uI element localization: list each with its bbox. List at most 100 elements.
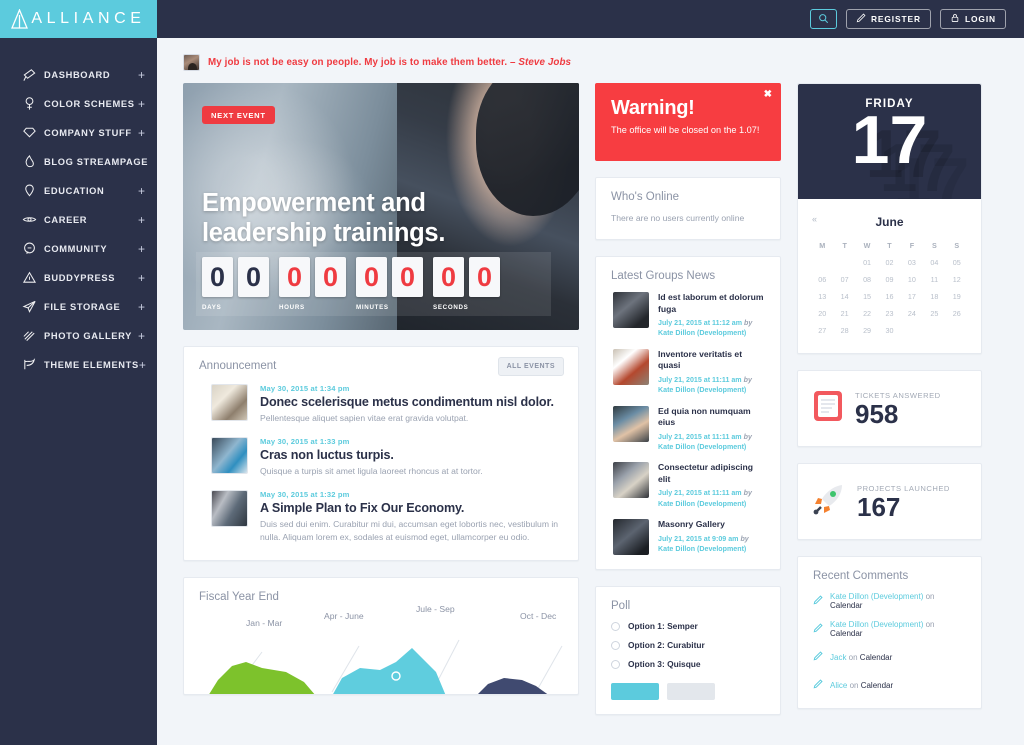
news-author[interactable]: Kate Dillon (Development) [658, 443, 746, 451]
sidebar-item-color-schemes[interactable]: COLOR SCHEMES + [0, 89, 157, 118]
calendar-day[interactable]: 22 [856, 309, 878, 318]
news-title[interactable]: Consectetur adipiscing elit [658, 462, 766, 485]
calendar-day[interactable]: 01 [856, 258, 878, 267]
sidebar-item-buddypress[interactable]: BUDDYPRESS + [0, 263, 157, 292]
calendar-day[interactable]: 17 [901, 292, 923, 301]
news-author[interactable]: Kate Dillon (Development) [658, 500, 746, 508]
comment-author[interactable]: Jack [830, 653, 846, 662]
announcement-item[interactable]: May 30, 2015 at 1:32 pm A Simple Plan to… [184, 478, 578, 544]
list-item[interactable]: Alice on Calendar [798, 676, 981, 694]
sidebar-item-theme-elements[interactable]: THEME ELEMENTS + [0, 350, 157, 379]
list-item[interactable]: Inventore veritatis et quasi July 21, 20… [596, 339, 780, 396]
poll-option[interactable]: Option 1: Semper [596, 621, 780, 631]
calendar-day[interactable]: 23 [878, 309, 900, 318]
calendar-day[interactable]: 06 [811, 275, 833, 284]
calendar-day[interactable]: 16 [878, 292, 900, 301]
calendar-day[interactable]: 21 [833, 309, 855, 318]
register-button[interactable]: REGISTER [845, 9, 931, 29]
expand-icon[interactable]: + [138, 127, 145, 139]
news-author[interactable]: Kate Dillon (Development) [658, 386, 746, 394]
list-item[interactable]: Ed quia non numquam eius July 21, 2015 a… [596, 396, 780, 453]
calendar-day[interactable]: 25 [923, 309, 945, 318]
calendar-day[interactable]: 27 [811, 326, 833, 335]
comment-target[interactable]: Calendar [861, 681, 893, 690]
vote-button[interactable] [611, 683, 659, 700]
calendar-day[interactable]: 10 [901, 275, 923, 284]
list-item[interactable]: Masonry Gallery July 21, 2015 at 9:09 am… [596, 509, 780, 555]
calendar-day[interactable]: 03 [901, 258, 923, 267]
announcement-heading[interactable]: Cras non luctus turpis. [260, 448, 562, 462]
news-title[interactable]: Id est laborum et dolorum fuga [658, 292, 766, 315]
poll-option[interactable]: Option 2: Curabitur [596, 640, 780, 650]
sidebar-item-blog-streampage[interactable]: BLOG STREAMPAGE [0, 147, 157, 176]
calendar-day[interactable]: 04 [923, 258, 945, 267]
list-item[interactable]: Consectetur adipiscing elit July 21, 201… [596, 452, 780, 509]
calendar-day[interactable]: 19 [946, 292, 968, 301]
expand-icon[interactable]: + [138, 69, 145, 81]
expand-icon[interactable]: + [138, 330, 145, 342]
results-button[interactable] [667, 683, 715, 700]
calendar-day[interactable]: 26 [946, 309, 968, 318]
calendar-day[interactable]: 15 [856, 292, 878, 301]
calendar-day[interactable]: 20 [811, 309, 833, 318]
news-title[interactable]: Masonry Gallery [658, 519, 766, 531]
calendar-day[interactable]: 05 [946, 258, 968, 267]
calendar-day[interactable]: 02 [878, 258, 900, 267]
announcement-heading[interactable]: A Simple Plan to Fix Our Economy. [260, 501, 562, 515]
expand-icon[interactable]: + [138, 272, 145, 284]
search-button[interactable] [809, 9, 837, 29]
calendar-day[interactable]: 28 [833, 326, 855, 335]
calendar-day[interactable]: 12 [946, 275, 968, 284]
list-item[interactable]: Kate Dillon (Development) on Calendar [798, 620, 981, 638]
hero-banner[interactable]: NEXT EVENT Empowerment and leadership tr… [183, 83, 579, 330]
radio-button[interactable] [611, 621, 620, 631]
calendar-day[interactable]: 08 [856, 275, 878, 284]
sidebar-item-community[interactable]: COMMUNITY + [0, 234, 157, 263]
comment-author[interactable]: Alice [830, 681, 847, 690]
comment-target[interactable]: Calendar [860, 653, 892, 662]
comment-author[interactable]: Kate Dillon (Development) [830, 592, 923, 601]
calendar-day[interactable]: 13 [811, 292, 833, 301]
sidebar-item-photo-gallery[interactable]: PHOTO GALLERY + [0, 321, 157, 350]
expand-icon[interactable]: + [138, 185, 145, 197]
announcement-item[interactable]: May 30, 2015 at 1:34 pm Donec scelerisqu… [184, 372, 578, 425]
expand-icon[interactable]: + [139, 359, 146, 371]
calendar-day[interactable]: 09 [878, 275, 900, 284]
list-item[interactable]: Kate Dillon (Development) on Calendar [798, 592, 981, 610]
news-title[interactable]: Inventore veritatis et quasi [658, 349, 766, 372]
all-events-button[interactable]: ALL EVENTS [497, 357, 564, 376]
announcement-heading[interactable]: Donec scelerisque metus condimentum nisl… [260, 395, 562, 409]
expand-icon[interactable]: + [138, 243, 145, 255]
news-author[interactable]: Kate Dillon (Development) [658, 545, 746, 553]
sidebar-item-dashboard[interactable]: DASHBOARD + [0, 60, 157, 89]
brand-logo[interactable]: ALLIANCE [0, 0, 157, 38]
news-title[interactable]: Ed quia non numquam eius [658, 406, 766, 429]
comment-target[interactable]: Calendar [830, 601, 862, 610]
calendar-day[interactable]: 14 [833, 292, 855, 301]
sidebar-item-company-stuff[interactable]: COMPANY STUFF + [0, 118, 157, 147]
sidebar-item-file-storage[interactable]: FILE STORAGE + [0, 292, 157, 321]
calendar-day[interactable]: 11 [923, 275, 945, 284]
calendar-day[interactable]: 30 [878, 326, 900, 335]
calendar-day[interactable]: 07 [833, 275, 855, 284]
close-icon[interactable]: ✖ [764, 90, 772, 100]
comment-author[interactable]: Kate Dillon (Development) [830, 620, 923, 629]
calendar-day[interactable]: 18 [923, 292, 945, 301]
list-item[interactable]: Id est laborum et dolorum fuga July 21, … [596, 282, 780, 339]
sidebar-item-education[interactable]: EDUCATION + [0, 176, 157, 205]
calendar-day[interactable]: 24 [901, 309, 923, 318]
poll-option[interactable]: Option 3: Quisque [596, 659, 780, 669]
news-author[interactable]: Kate Dillon (Development) [658, 329, 746, 337]
calendar-day[interactable]: 29 [856, 326, 878, 335]
radio-button[interactable] [611, 659, 620, 669]
login-button[interactable]: LOGIN [939, 9, 1006, 29]
expand-icon[interactable]: + [138, 98, 145, 110]
announcement-item[interactable]: May 30, 2015 at 1:33 pm Cras non luctus … [184, 425, 578, 478]
expand-icon[interactable]: + [138, 301, 145, 313]
sidebar-item-career[interactable]: CAREER + [0, 205, 157, 234]
list-item[interactable]: Jack on Calendar [798, 648, 981, 666]
comment-target[interactable]: Calendar [830, 629, 862, 638]
radio-button[interactable] [611, 640, 620, 650]
expand-icon[interactable]: + [138, 214, 145, 226]
chevron-left-icon[interactable]: « [812, 214, 817, 224]
